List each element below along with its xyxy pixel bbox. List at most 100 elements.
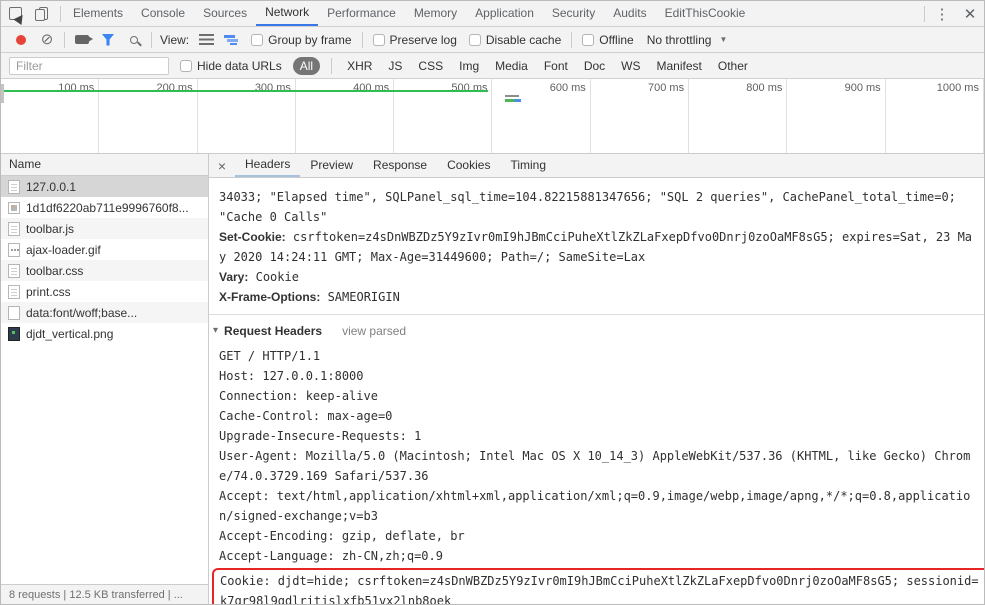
tab-security[interactable]: Security <box>543 1 604 26</box>
request-row-image[interactable]: 1d1df6220ab711e9996760f8... <box>1 197 208 218</box>
clear-button[interactable]: ⊘ <box>35 29 59 51</box>
offline-option[interactable]: Offline <box>577 33 638 47</box>
raw-request-cookie-line: Cookie: djdt=hide; csrftoken=z4sDnWBZDz5… <box>220 574 979 605</box>
filter-type-media[interactable]: Media <box>491 58 532 74</box>
divider <box>64 31 65 48</box>
view-waterfall-button[interactable] <box>220 29 244 51</box>
view-parsed-link[interactable]: view parsed <box>342 321 406 341</box>
tab-performance[interactable]: Performance <box>318 1 405 26</box>
view-list-button[interactable] <box>194 29 218 51</box>
tab-audits[interactable]: Audits <box>604 1 655 26</box>
filter-bar: Hide data URLs All XHR JS CSS Img Media … <box>1 53 984 79</box>
tab-memory[interactable]: Memory <box>405 1 466 26</box>
list-view-icon <box>198 34 214 45</box>
close-detail-button[interactable]: × <box>209 158 235 174</box>
overview-waterfall-bar-blue <box>514 99 521 102</box>
overview-waterfall-bar-gray <box>505 95 519 97</box>
filter-type-other[interactable]: Other <box>714 58 752 74</box>
raw-request-line: Accept: text/html,application/xhtml+xml,… <box>219 489 971 523</box>
group-by-frame-checkbox[interactable] <box>251 33 264 46</box>
filter-toggle-button[interactable] <box>96 29 120 51</box>
tab-console[interactable]: Console <box>132 1 194 26</box>
headers-content: 34033; "Elapsed time", SQLPanel_sql_time… <box>209 178 984 605</box>
request-row-127001[interactable]: 127.0.0.1 <box>1 176 208 197</box>
network-toolbar: ⊘ View: Group by frame Preserve log Disa… <box>1 27 984 53</box>
more-options-button[interactable]: ⋮ <box>928 1 956 26</box>
detail-tab-headers[interactable]: Headers <box>235 154 301 177</box>
header-name: X-Frame-Options: <box>219 290 321 304</box>
request-row-datafont[interactable]: data:font/woff;base... <box>1 302 208 323</box>
document-icon <box>8 179 20 194</box>
disable-cache-option[interactable]: Disable cache <box>464 33 566 47</box>
disable-cache-checkbox[interactable] <box>468 33 481 46</box>
hide-data-urls-checkbox[interactable] <box>180 59 192 72</box>
detail-tab-cookies[interactable]: Cookies <box>437 154 500 177</box>
filter-type-ws[interactable]: WS <box>617 58 644 74</box>
tab-elements[interactable]: Elements <box>64 1 132 26</box>
request-headers-section-header[interactable]: ▾ Request Headers view parsed <box>213 321 974 341</box>
divider <box>60 5 61 22</box>
request-row-printcss[interactable]: print.css <box>1 281 208 302</box>
devtools-window: Elements Console Sources Network Perform… <box>0 0 985 605</box>
header-name: Vary: <box>219 270 249 284</box>
detail-tab-preview[interactable]: Preview <box>300 154 363 177</box>
filter-input[interactable] <box>9 56 169 75</box>
throttling-value: No throttling <box>646 32 712 47</box>
tab-sources[interactable]: Sources <box>194 1 256 26</box>
tab-editthiscookie[interactable]: EditThisCookie <box>656 1 755 26</box>
record-button[interactable] <box>9 29 33 51</box>
device-toolbar-button[interactable] <box>29 1 57 26</box>
filter-type-js[interactable]: JS <box>384 58 406 74</box>
filter-type-img[interactable]: Img <box>455 58 483 74</box>
request-row-ajaxloader[interactable]: ajax-loader.gif <box>1 239 208 260</box>
hide-data-urls-label: Hide data URLs <box>197 58 282 73</box>
clear-icon: ⊘ <box>40 31 54 48</box>
timeline-tick: 600 ms <box>492 79 591 153</box>
request-name: data:font/woff;base... <box>26 305 138 320</box>
filter-type-doc[interactable]: Doc <box>580 58 609 74</box>
tab-network[interactable]: Network <box>256 1 319 26</box>
search-button[interactable] <box>122 29 146 51</box>
funnel-filter-icon <box>101 33 115 46</box>
request-row-toolbarjs[interactable]: toolbar.js <box>1 218 208 239</box>
camera-icon <box>75 35 93 44</box>
image-icon <box>8 201 20 214</box>
timeline-tick: 1000 ms <box>886 79 984 153</box>
raw-request-line: Accept-Language: zh-CN,zh;q=0.9 <box>219 549 443 563</box>
inspect-element-button[interactable] <box>1 1 29 26</box>
request-name: ajax-loader.gif <box>26 242 101 257</box>
header-name: Set-Cookie: <box>219 230 286 244</box>
filter-type-font[interactable]: Font <box>540 58 572 74</box>
name-column-header[interactable]: Name <box>1 154 208 176</box>
document-icon <box>8 221 20 236</box>
divider <box>924 5 925 22</box>
close-devtools-button[interactable]: ✕ <box>956 1 984 26</box>
preserve-log-checkbox[interactable] <box>372 33 385 46</box>
kebab-menu-icon: ⋮ <box>934 5 950 23</box>
offline-checkbox[interactable] <box>582 33 595 46</box>
divider <box>361 31 363 48</box>
filter-type-manifest[interactable]: Manifest <box>653 58 706 74</box>
detail-tab-timing[interactable]: Timing <box>500 154 556 177</box>
raw-request-line: Cache-Control: max-age=0 <box>219 409 393 423</box>
request-row-djdtpng[interactable]: djdt_vertical.png <box>1 323 208 344</box>
record-icon <box>16 34 26 45</box>
filter-type-css[interactable]: CSS <box>414 58 447 74</box>
load-event-line <box>1 90 488 92</box>
image-icon <box>8 242 20 257</box>
filter-type-xhr[interactable]: XHR <box>343 58 376 74</box>
request-name: djdt_vertical.png <box>26 326 114 341</box>
disable-cache-label: Disable cache <box>485 32 562 47</box>
capture-screenshots-button[interactable] <box>70 29 94 51</box>
preserve-log-option[interactable]: Preserve log <box>368 33 462 47</box>
section-title: Request Headers <box>224 324 323 338</box>
tab-application[interactable]: Application <box>466 1 543 26</box>
group-by-frame-option[interactable]: Group by frame <box>246 33 356 47</box>
request-row-toolbarcss[interactable]: toolbar.css <box>1 260 208 281</box>
detail-tab-response[interactable]: Response <box>363 154 437 177</box>
hide-data-urls-option[interactable]: Hide data URLs <box>175 59 287 73</box>
throttling-dropdown[interactable]: No throttling ▼ <box>641 33 734 47</box>
view-label: View: <box>160 32 190 47</box>
filter-type-all[interactable]: All <box>292 56 321 75</box>
network-overview-timeline[interactable]: 100 ms 200 ms 300 ms 400 ms 500 ms 600 m… <box>1 79 984 154</box>
